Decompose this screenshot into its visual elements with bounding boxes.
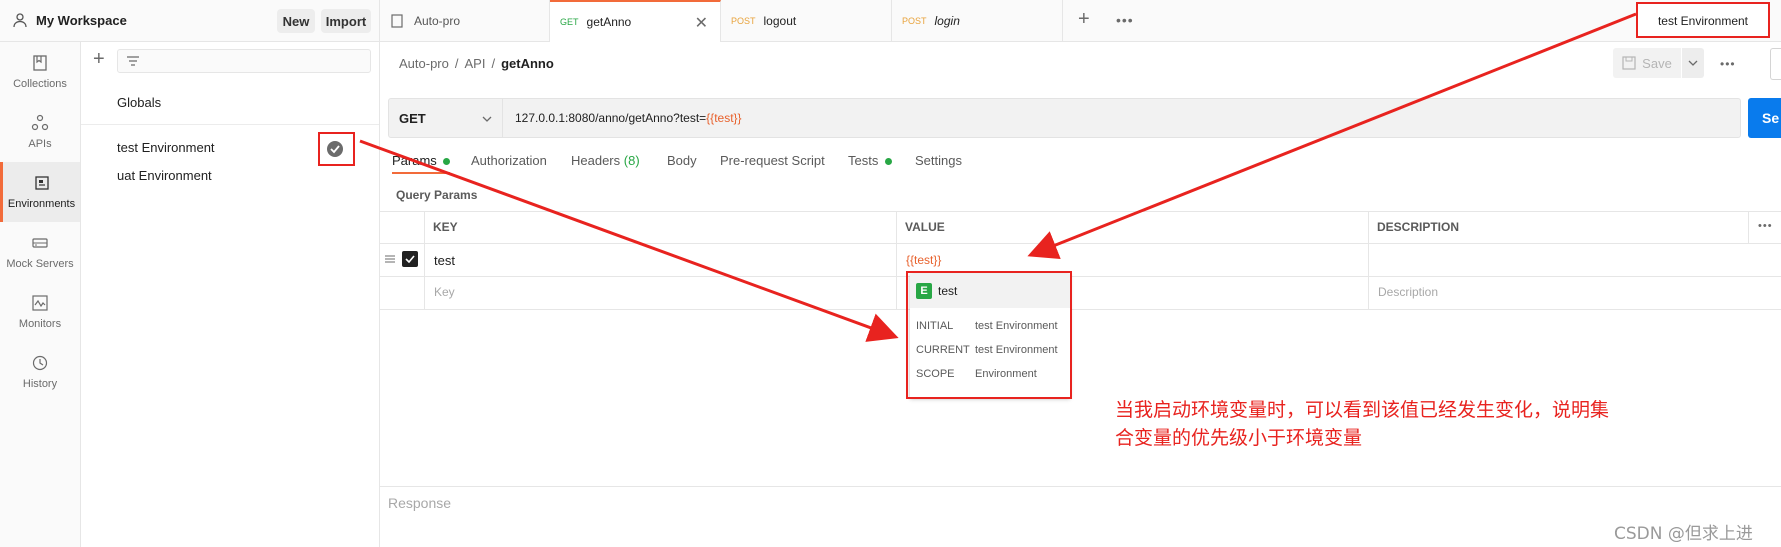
annotation-arrows bbox=[359, 12, 1637, 342]
response-label[interactable]: Response bbox=[388, 495, 451, 511]
annotation-text: 当我启动环境变量时，可以看到该值已经发生变化，说明集 合变量的优先级小于环境变量 bbox=[1115, 399, 1610, 449]
annotation-arrow-to-tooltip bbox=[359, 139, 899, 342]
response-divider bbox=[380, 486, 1781, 487]
annotation-arrow-to-value bbox=[1027, 12, 1637, 260]
watermark: CSDN @但求上进 bbox=[1614, 524, 1753, 544]
